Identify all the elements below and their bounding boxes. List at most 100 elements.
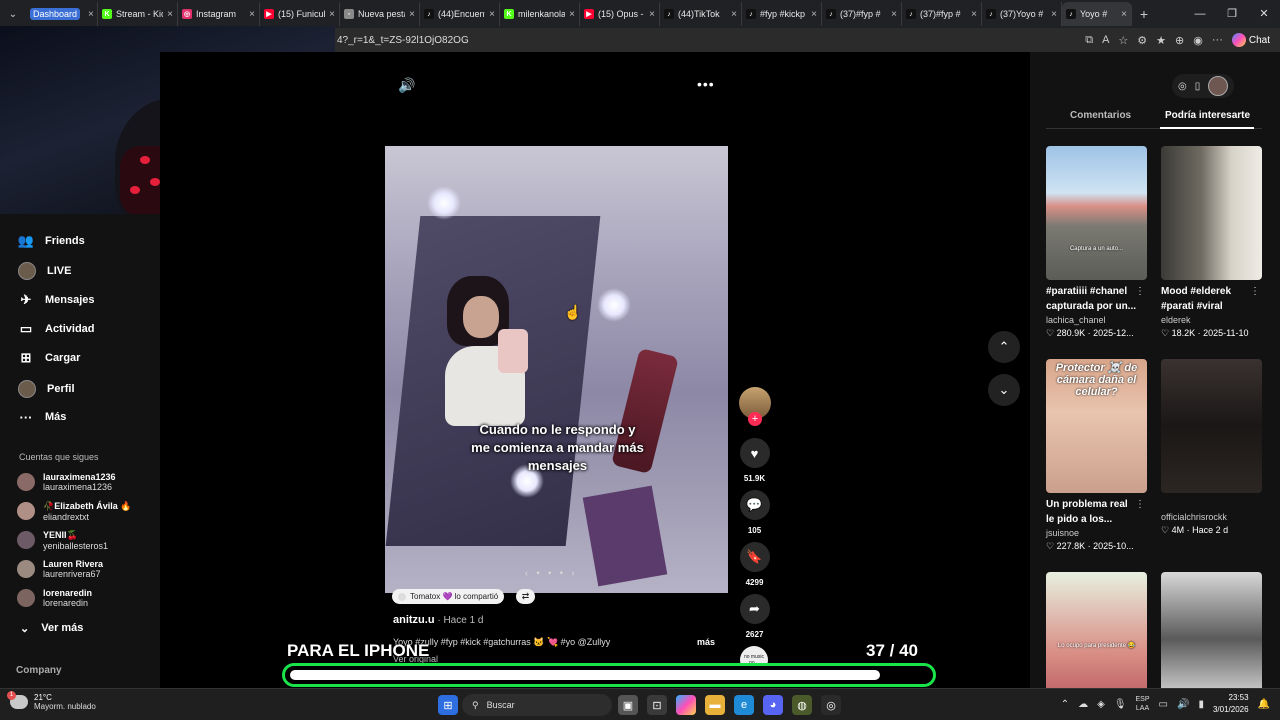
settings-more-icon[interactable]: ··· xyxy=(1212,34,1223,46)
browser-tab[interactable]: K Stream - Kick × xyxy=(98,2,178,26)
repost-icon[interactable]: ⇄ xyxy=(516,589,535,604)
device-icon[interactable]: ▯ xyxy=(1195,81,1201,92)
windows-start-icon[interactable]: ⊞ xyxy=(438,695,458,715)
video-player[interactable]: Cuando no le respondo y me comienza a ma… xyxy=(385,146,728,593)
card-author[interactable]: lachica_chanel xyxy=(1046,315,1147,325)
app-icon[interactable]: ◍ xyxy=(792,695,812,715)
sidebar-item-friends[interactable]: 👥 Friends xyxy=(18,233,85,249)
microphone-icon[interactable]: 🎙 xyxy=(1114,699,1127,710)
coin-icon[interactable]: ◎ xyxy=(1178,81,1187,92)
recommended-video-card[interactable]: Protector ☠️ de cámara daña el celular? U… xyxy=(1046,359,1147,552)
follow-plus-icon[interactable]: + xyxy=(748,412,762,426)
browser-tab[interactable]: ♪ (44)Encuent × xyxy=(420,2,500,26)
browser-tab[interactable]: ◎ Instagram × xyxy=(178,2,260,26)
tab-close-icon[interactable]: × xyxy=(1121,9,1127,20)
sidebar-item-ms[interactable]: ··· Más xyxy=(18,409,67,425)
tab-close-icon[interactable]: × xyxy=(971,9,977,20)
followed-account[interactable]: YENII🍒 yeniballesteros1 xyxy=(17,527,157,553)
previous-video-button[interactable]: ⌃ xyxy=(988,331,1020,363)
extensions-icon[interactable]: ⚙ xyxy=(1137,34,1147,47)
tab-close-icon[interactable]: × xyxy=(891,9,897,20)
battery-icon[interactable]: ▮ xyxy=(1198,699,1204,710)
tab-recommendations[interactable]: Podría interesarte xyxy=(1165,110,1250,121)
followed-account[interactable]: lauraximena1236 lauraximena1236 xyxy=(17,469,157,495)
language-indicator[interactable]: ESP LAA xyxy=(1136,695,1150,713)
discord-icon[interactable]: ◕ xyxy=(763,695,783,715)
browser-tab[interactable]: ▫ Nueva pesta × xyxy=(340,2,420,26)
network-app-icon[interactable]: ◈ xyxy=(1097,699,1105,710)
sidebar-item-perfil[interactable]: Perfil xyxy=(18,380,75,398)
favorite-star-icon[interactable]: ☆ xyxy=(1118,34,1128,47)
description-more-link[interactable]: más xyxy=(697,637,715,647)
card-menu-icon[interactable]: ⋮ xyxy=(1135,286,1145,297)
profile-avatar-icon[interactable]: ◉ xyxy=(1193,34,1203,47)
browser-tab[interactable]: Kmilenkanola × xyxy=(500,2,580,26)
browser-tab[interactable]: ♪ #fyp #kickp × xyxy=(742,2,822,26)
taskbar-search[interactable]: ⚲ Buscar xyxy=(462,694,612,716)
card-author[interactable]: officialchrisrockk xyxy=(1161,512,1262,522)
open-external-icon[interactable]: ⧉ xyxy=(1085,34,1093,47)
followed-account[interactable]: lorenaredin lorenaredin xyxy=(17,585,157,611)
sidebar-item-actividad[interactable]: ▭ Actividad xyxy=(18,321,95,337)
collections-icon[interactable]: ⊕ xyxy=(1175,34,1184,47)
recommended-video-card[interactable]: Lo ocupo para presidente 😂 xyxy=(1046,572,1147,706)
browser-tab[interactable]: ♪ (44)TikTok × xyxy=(660,2,742,26)
sidebar-item-live[interactable]: LIVE xyxy=(18,262,71,280)
monitor-icon[interactable]: ▭ xyxy=(1159,699,1168,710)
notifications-icon[interactable]: 🔔 xyxy=(1258,699,1270,710)
tab-close-icon[interactable]: × xyxy=(731,9,737,20)
chevron-up-icon[interactable]: ⌃ xyxy=(1061,699,1069,710)
carousel-nav[interactable]: ‹ • • • › xyxy=(525,568,577,578)
video-thumbnail[interactable] xyxy=(1161,146,1262,280)
share-button[interactable]: ➦ 2627 xyxy=(738,594,771,639)
followed-account[interactable]: Lauren Rivera laurenrivera67 xyxy=(17,556,157,582)
recommended-video-card[interactable]: officialchrisrockk ♡ 4M · Hace 2 d xyxy=(1161,359,1262,536)
copilot-taskbar-icon[interactable] xyxy=(676,695,696,715)
like-button[interactable]: ♥ 51.9K xyxy=(738,438,771,483)
new-tab-button[interactable]: + xyxy=(1132,6,1156,22)
minimize-icon[interactable]: — xyxy=(1184,0,1216,28)
edge-browser-icon[interactable]: e xyxy=(734,695,754,715)
close-window-icon[interactable]: ✕ xyxy=(1248,0,1280,28)
tab-close-icon[interactable]: × xyxy=(811,9,817,20)
recommended-video-card[interactable]: Captura a un auto... #paratiiii #chanel c… xyxy=(1046,146,1147,339)
speaker-icon[interactable]: 🔊 xyxy=(1177,699,1189,710)
followed-account[interactable]: 🥀Elizabeth Ávila 🔥 eliandrextxt xyxy=(17,498,157,524)
more-options-icon[interactable]: ••• xyxy=(697,76,715,92)
obs-icon[interactable]: ◎ xyxy=(821,695,841,715)
url-field[interactable]: 4?_r=1&_t=ZS-92l1OjO82OG xyxy=(337,35,1085,46)
browser-tab[interactable]: ♪ Yoyo # × xyxy=(1062,2,1132,26)
task-view-icon[interactable]: ▣ xyxy=(618,695,638,715)
comment-button[interactable]: 💬 105 xyxy=(738,490,771,535)
tab-comments[interactable]: Comentarios xyxy=(1070,110,1131,121)
file-explorer-icon[interactable]: ▬ xyxy=(705,695,725,715)
recommended-video-card[interactable]: Mood #elderek #parati #viral ⋮ elderek ♡ 18… xyxy=(1161,146,1262,339)
tab-close-icon[interactable]: × xyxy=(409,9,415,20)
tab-close-icon[interactable]: × xyxy=(249,9,255,20)
browser-tab[interactable]: Dashboard × xyxy=(26,2,98,26)
save-button[interactable]: 🔖 4299 xyxy=(738,542,771,587)
recommended-video-card[interactable] xyxy=(1161,572,1262,706)
video-author[interactable]: anitzu.u · Hace 1 d xyxy=(393,614,483,626)
maximize-icon[interactable]: ❐ xyxy=(1216,0,1248,28)
next-video-button[interactable]: ⌄ xyxy=(988,374,1020,406)
browser-tab[interactable]: ♪ (37)#fyp # × xyxy=(902,2,982,26)
card-author[interactable]: jsuisnoe xyxy=(1046,528,1147,538)
see-more-link[interactable]: ⌄ Ver más xyxy=(20,622,83,635)
card-author[interactable]: elderek xyxy=(1161,315,1262,325)
shared-by-badge[interactable]: Tomatox 💜 lo compartió xyxy=(392,589,505,604)
volume-icon[interactable]: 🔊 xyxy=(398,77,415,94)
store-icon[interactable]: ⊡ xyxy=(647,695,667,715)
copilot-chat-button[interactable]: Chat xyxy=(1231,33,1270,47)
video-thumbnail[interactable] xyxy=(1161,359,1262,493)
translate-icon[interactable]: A xyxy=(1102,34,1109,46)
video-thumbnail[interactable]: Captura a un auto... xyxy=(1046,146,1147,280)
tab-close-icon[interactable]: × xyxy=(88,9,94,20)
video-thumbnail[interactable]: Protector ☠️ de cámara daña el celular? xyxy=(1046,359,1147,493)
clock[interactable]: 23:53 3/01/2026 xyxy=(1213,692,1249,716)
tab-close-icon[interactable]: × xyxy=(1051,9,1057,20)
browser-tab[interactable]: ▶ (15) Opus - × xyxy=(580,2,660,26)
browser-tab[interactable]: ♪ (37)#fyp # × xyxy=(822,2,902,26)
favorites-icon[interactable]: ★ xyxy=(1156,34,1166,47)
tab-close-icon[interactable]: × xyxy=(649,9,655,20)
